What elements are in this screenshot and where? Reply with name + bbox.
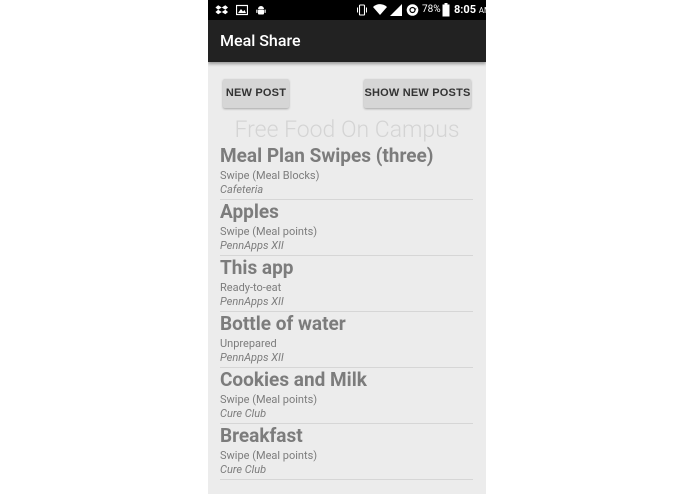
list-item[interactable]: This app Ready-to-eat PennApps XII bbox=[220, 257, 473, 312]
post-location: Cure Club bbox=[220, 407, 267, 420]
post-location: Cafeteria bbox=[220, 183, 264, 196]
post-location: PennApps XII bbox=[220, 239, 284, 252]
new-post-button[interactable]: NEW POST bbox=[223, 79, 289, 108]
post-location: PennApps XII bbox=[220, 351, 284, 364]
wifi-icon bbox=[373, 4, 387, 16]
post-title: Apples bbox=[220, 200, 279, 223]
posts-list[interactable]: Meal Plan Swipes (three) Swipe (Meal Blo… bbox=[220, 145, 473, 481]
list-item[interactable]: Meal Plan Swipes (three) Swipe (Meal Blo… bbox=[220, 145, 473, 200]
post-type: Unprepared bbox=[220, 337, 277, 350]
clock: 8:05 AM bbox=[454, 2, 486, 18]
list-item[interactable]: Apples Swipe (Meal points) PennApps XII bbox=[220, 201, 473, 256]
post-title: Bottle of water bbox=[220, 312, 346, 335]
post-location: PennApps XII bbox=[220, 295, 284, 308]
post-type: Swipe (Meal points) bbox=[220, 449, 318, 462]
sync-icon bbox=[406, 4, 419, 16]
image-icon bbox=[236, 4, 248, 16]
post-type: Swipe (Meal points) bbox=[220, 225, 318, 238]
show-new-posts-button[interactable]: SHOW NEW POSTS bbox=[364, 79, 471, 108]
post-title: Cookies and Milk bbox=[220, 368, 367, 391]
list-item[interactable]: Bottle of water Unprepared PennApps XII bbox=[220, 313, 473, 368]
battery-icon bbox=[442, 3, 450, 17]
app-bar: Meal Share bbox=[208, 20, 486, 62]
vibrate-icon bbox=[357, 4, 367, 16]
list-item[interactable]: Cookies and Milk Swipe (Meal points) Cur… bbox=[220, 369, 473, 424]
post-title: This app bbox=[220, 256, 294, 279]
post-type: Swipe (Meal points) bbox=[220, 393, 318, 406]
post-title: Meal Plan Swipes (three) bbox=[220, 144, 434, 167]
clock-time: 8:05 bbox=[454, 3, 477, 16]
dropbox-icon bbox=[215, 5, 229, 15]
clock-ampm: AM bbox=[478, 6, 486, 15]
app-title: Meal Share bbox=[220, 31, 301, 50]
post-title: Breakfast bbox=[220, 424, 303, 447]
signal-icon bbox=[390, 4, 402, 16]
page-heading: Free Food On Campus bbox=[234, 116, 460, 143]
post-location: Cure Club bbox=[220, 463, 267, 476]
android-icon bbox=[256, 6, 266, 15]
phone-screen: 78% 8:05 AM Meal Share NEW POST SHOW NEW… bbox=[208, 0, 486, 494]
list-item[interactable]: Breakfast Swipe (Meal points) Cure Club bbox=[220, 425, 473, 480]
battery-percent: 78% bbox=[422, 4, 441, 15]
post-type: Swipe (Meal Blocks) bbox=[220, 169, 320, 182]
status-bar: 78% 8:05 AM bbox=[208, 0, 486, 20]
post-type: Ready-to-eat bbox=[220, 281, 282, 294]
